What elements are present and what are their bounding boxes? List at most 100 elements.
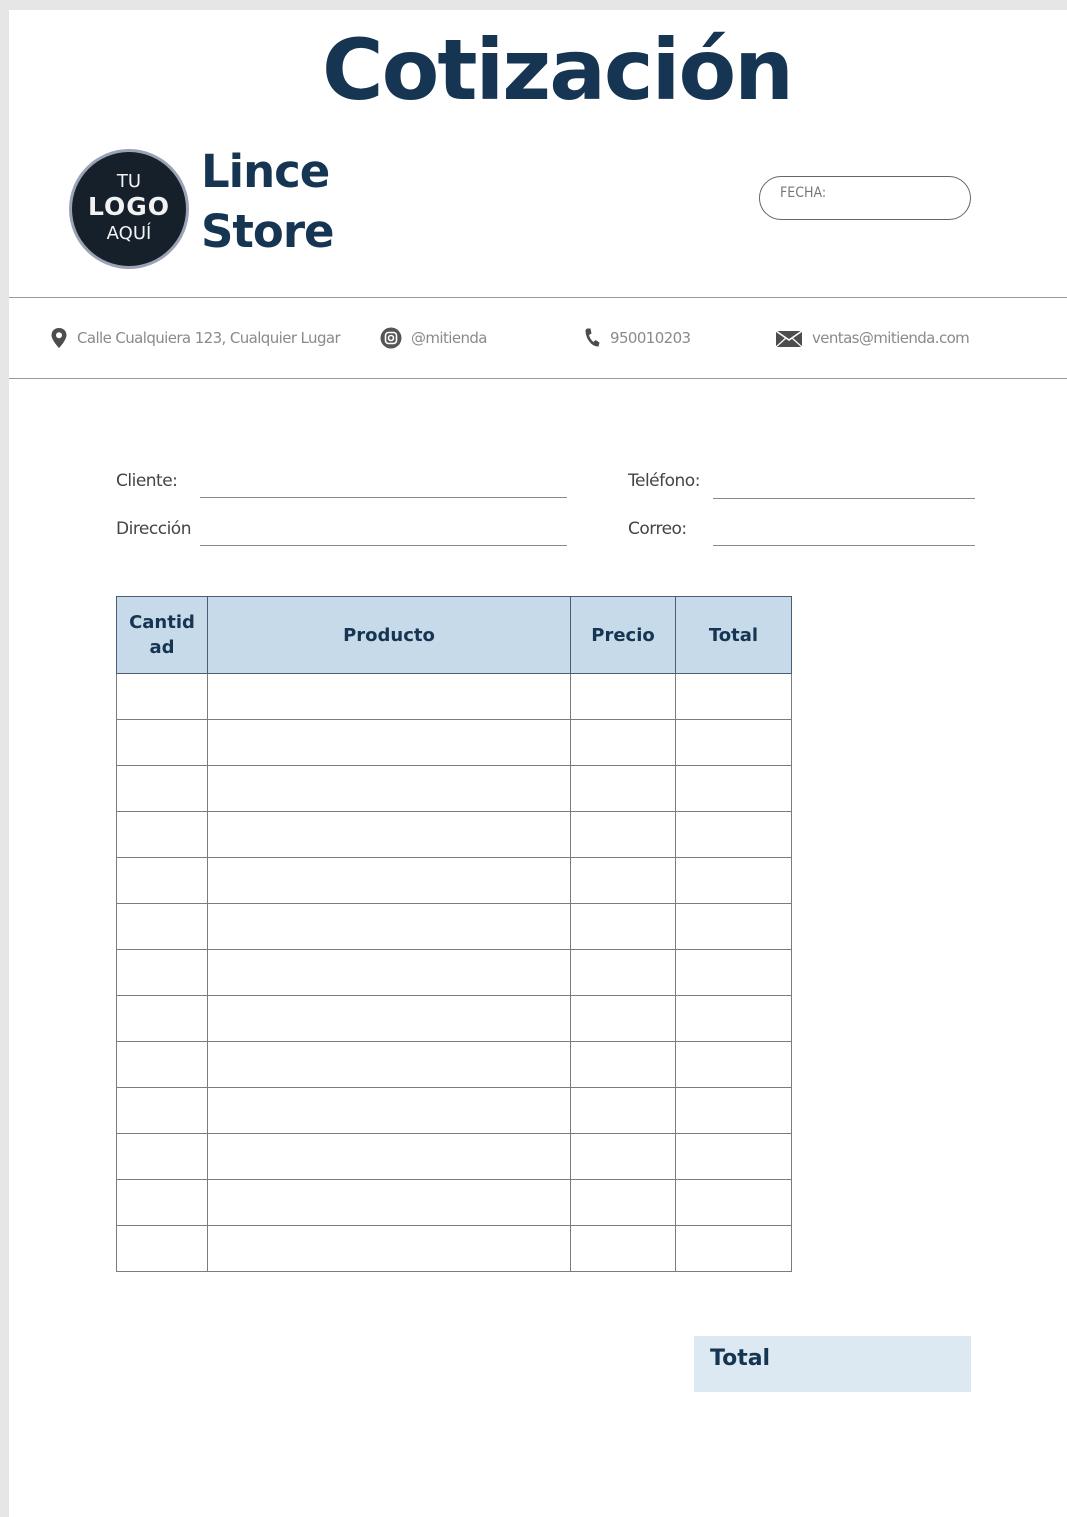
quantity-cell[interactable]: [116, 1087, 208, 1134]
table-row: [116, 1179, 792, 1226]
client-label: Cliente:: [116, 471, 178, 491]
price-cell[interactable]: [570, 1041, 676, 1088]
quantity-cell[interactable]: [116, 949, 208, 996]
product-cell[interactable]: [207, 1087, 571, 1134]
table-row: [116, 1041, 792, 1088]
quantity-cell[interactable]: [116, 1225, 208, 1272]
total-cell[interactable]: [675, 673, 792, 720]
product-cell[interactable]: [207, 1225, 571, 1272]
contact-instagram: @mitienda: [380, 325, 487, 351]
price-cell[interactable]: [570, 765, 676, 812]
table-row: [116, 765, 792, 812]
quantity-cell[interactable]: [116, 765, 208, 812]
column-header-total: Total: [675, 596, 792, 674]
total-cell[interactable]: [675, 719, 792, 766]
total-cell[interactable]: [675, 1133, 792, 1180]
product-cell[interactable]: [207, 673, 571, 720]
table-row: [116, 719, 792, 766]
table-row: [116, 903, 792, 950]
logo-line-2: LOGO: [87, 192, 171, 221]
quotation-sheet: Cotización TU LOGO AQUÍ Lince Store FECH…: [9, 10, 1067, 1517]
email-address: ventas@mitienda.com: [812, 329, 970, 347]
price-cell[interactable]: [570, 719, 676, 766]
instagram-handle: @mitienda: [411, 329, 487, 347]
contact-address: Calle Cualquiera 123, Cualquier Lugar: [50, 325, 341, 351]
total-cell[interactable]: [675, 1087, 792, 1134]
email-field[interactable]: [713, 545, 975, 546]
total-cell[interactable]: [675, 1179, 792, 1226]
contact-email: ventas@mitienda.com: [775, 325, 970, 351]
header-divider-bottom: [9, 378, 1067, 379]
product-cell[interactable]: [207, 719, 571, 766]
total-cell[interactable]: [675, 903, 792, 950]
contact-phone: 950010203: [583, 325, 691, 351]
grand-total-box: Total: [694, 1336, 971, 1392]
table-row: [116, 857, 792, 904]
table-row: [116, 673, 792, 720]
price-cell[interactable]: [570, 673, 676, 720]
table-row: [116, 811, 792, 858]
product-cell[interactable]: [207, 949, 571, 996]
price-cell[interactable]: [570, 995, 676, 1042]
price-cell[interactable]: [570, 1179, 676, 1226]
quantity-cell[interactable]: [116, 719, 208, 766]
logo-placeholder: TU LOGO AQUÍ: [72, 152, 186, 266]
total-cell[interactable]: [675, 811, 792, 858]
quantity-cell[interactable]: [116, 1133, 208, 1180]
column-header-price: Precio: [570, 596, 676, 674]
column-header-quantity: Cantid ad: [116, 596, 208, 674]
column-header-product: Producto: [207, 596, 571, 674]
store-name-line-2: Store: [201, 205, 335, 258]
product-cell[interactable]: [207, 1133, 571, 1180]
price-cell[interactable]: [570, 857, 676, 904]
quantity-cell[interactable]: [116, 673, 208, 720]
product-cell[interactable]: [207, 1179, 571, 1226]
total-cell[interactable]: [675, 995, 792, 1042]
date-label: FECHA:: [780, 185, 827, 201]
quantity-cell[interactable]: [116, 1041, 208, 1088]
quantity-cell[interactable]: [116, 811, 208, 858]
total-cell[interactable]: [675, 765, 792, 812]
envelope-icon: [775, 330, 803, 348]
logo-line-1: TU: [116, 171, 142, 192]
price-cell[interactable]: [570, 1225, 676, 1272]
total-cell[interactable]: [675, 857, 792, 904]
product-cell[interactable]: [207, 903, 571, 950]
total-cell[interactable]: [675, 1225, 792, 1272]
total-cell[interactable]: [675, 1041, 792, 1088]
store-name-line-1: Lince: [201, 145, 330, 198]
table-header-row: Cantid ad Producto Precio Total: [116, 596, 792, 674]
product-cell[interactable]: [207, 765, 571, 812]
store-name: Lince Store: [201, 142, 401, 262]
phone-field[interactable]: [713, 498, 975, 499]
total-cell[interactable]: [675, 949, 792, 996]
address-field[interactable]: [200, 545, 567, 546]
table-body: [116, 673, 792, 1272]
price-cell[interactable]: [570, 1133, 676, 1180]
price-cell[interactable]: [570, 903, 676, 950]
phone-label: Teléfono:: [628, 471, 700, 491]
table-row: [116, 1225, 792, 1272]
email-label: Correo:: [628, 519, 687, 539]
phone-icon: [585, 328, 600, 347]
page-title: Cotización: [322, 21, 794, 119]
product-cell[interactable]: [207, 1041, 571, 1088]
date-field[interactable]: FECHA:: [759, 176, 971, 220]
address-label: Dirección: [116, 519, 191, 539]
table-row: [116, 995, 792, 1042]
quantity-cell[interactable]: [116, 903, 208, 950]
client-field[interactable]: [200, 497, 567, 498]
phone-number: 950010203: [610, 329, 691, 347]
product-cell[interactable]: [207, 857, 571, 904]
product-cell[interactable]: [207, 811, 571, 858]
product-cell[interactable]: [207, 995, 571, 1042]
table-row: [116, 1133, 792, 1180]
quantity-cell[interactable]: [116, 1179, 208, 1226]
price-cell[interactable]: [570, 811, 676, 858]
quantity-cell[interactable]: [116, 857, 208, 904]
header-divider-top: [9, 297, 1067, 298]
price-cell[interactable]: [570, 1087, 676, 1134]
quantity-cell[interactable]: [116, 995, 208, 1042]
items-table: Cantid ad Producto Precio Total: [116, 596, 792, 1272]
price-cell[interactable]: [570, 949, 676, 996]
